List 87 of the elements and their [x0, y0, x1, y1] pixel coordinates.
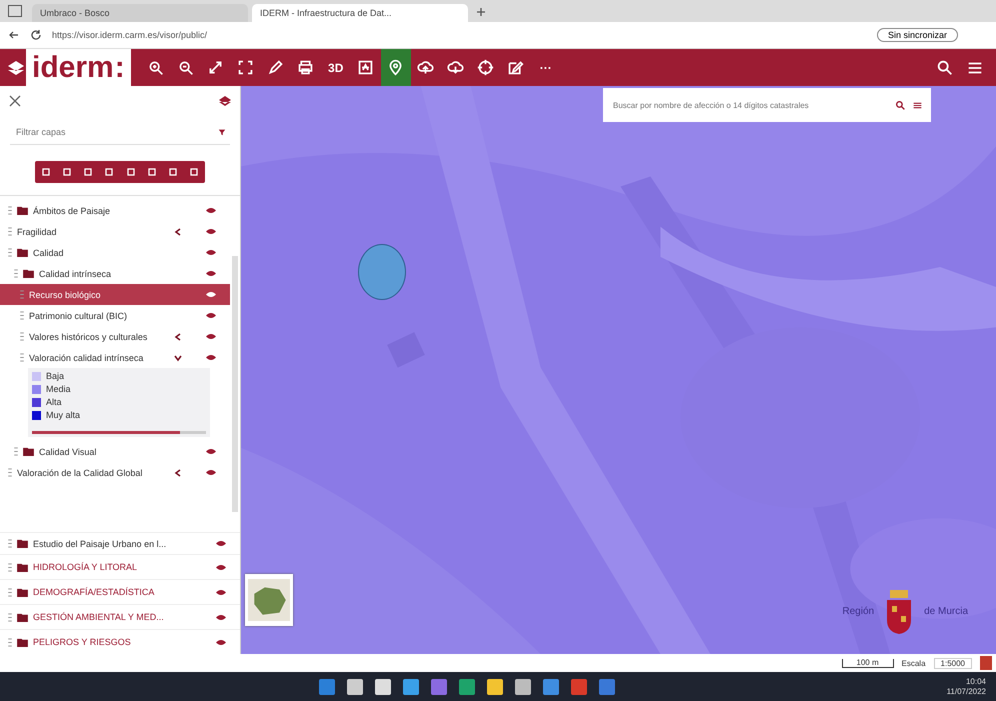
eye-icon[interactable] — [206, 249, 216, 256]
eye-icon[interactable] — [216, 614, 226, 620]
tool-icon[interactable] — [168, 167, 178, 177]
close-icon[interactable] — [8, 94, 22, 108]
legend-label: Baja — [46, 371, 64, 381]
tool-icon[interactable] — [189, 167, 200, 177]
chevron-icon[interactable] — [173, 226, 183, 236]
section-row[interactable]: HIDROLOGÍA Y LITORAL — [0, 554, 240, 579]
search-field[interactable]: Buscar por nombre de afección o 14 dígitos catastrales — [603, 88, 931, 122]
toolbar-button[interactable]: ··· — [530, 49, 561, 86]
chevron-icon[interactable] — [173, 468, 183, 478]
tool-icon[interactable] — [126, 167, 136, 177]
layer-row[interactable]: Patrimonio cultural (BIC) — [0, 305, 230, 326]
location-pin-icon[interactable] — [380, 49, 411, 86]
section-row[interactable]: GESTIÓN AMBIENTAL Y MED... — [0, 604, 240, 629]
layer-row[interactable]: Valores históricos y culturales — [0, 326, 230, 347]
layer-group-row[interactable]: Estudio del Paisaje Urbano en l... — [0, 532, 240, 554]
layer-row[interactable]: Recurso biológico — [0, 284, 230, 305]
layer-row[interactable]: Calidad — [0, 242, 230, 263]
browser-tab[interactable]: Umbraco - Bosco — [32, 4, 248, 22]
taskbar-app-icon[interactable] — [375, 678, 392, 694]
browser-tab[interactable]: IDERM - Infraestructura de Dat... — [252, 4, 468, 22]
search-icon[interactable] — [895, 100, 906, 110]
chevron-icon[interactable] — [173, 332, 183, 342]
eye-icon[interactable] — [216, 588, 226, 596]
taskbar-app-icon[interactable] — [487, 678, 504, 694]
eye-icon[interactable] — [206, 333, 216, 340]
eye-icon[interactable] — [216, 564, 226, 570]
basemap-switcher[interactable] — [245, 574, 293, 626]
layer-row[interactable]: Valoración calidad intrínseca — [0, 347, 230, 368]
taskbar-app-icon[interactable] — [347, 678, 364, 694]
tool-icon[interactable] — [83, 167, 94, 177]
tool-icon[interactable] — [62, 167, 72, 177]
tool-icon[interactable] — [104, 167, 114, 177]
tool-icon[interactable] — [40, 167, 51, 177]
legend-label: Muy alta — [46, 410, 80, 420]
folder-icon — [17, 612, 28, 622]
region-name: de Murcia — [924, 606, 968, 616]
eye-icon[interactable] — [206, 312, 216, 319]
layer-row[interactable]: Fragilidad — [0, 221, 230, 242]
region-name: Región — [842, 606, 874, 616]
taskbar-app-icon[interactable] — [403, 678, 420, 694]
folder-icon — [23, 447, 34, 456]
taskbar-app-icon[interactable] — [459, 678, 476, 694]
folder-icon — [17, 562, 28, 572]
logo-text: iderm — [32, 50, 114, 84]
eye-icon[interactable] — [206, 207, 216, 214]
refresh-icon[interactable] — [30, 29, 42, 41]
eye-icon[interactable] — [206, 270, 216, 277]
back-icon[interactable] — [8, 29, 20, 41]
eye-icon[interactable] — [216, 540, 226, 547]
layer-row[interactable]: Valoración de la Calidad Global — [0, 462, 230, 483]
toolbar-button[interactable]: 3D — [320, 49, 351, 86]
scale-dropdown[interactable]: 1:5000 — [934, 658, 972, 668]
sync-button[interactable]: Sin sincronizar — [876, 28, 958, 42]
chevron-icon[interactable] — [173, 352, 183, 362]
eye-icon[interactable] — [206, 354, 216, 361]
folder-icon — [17, 588, 28, 596]
folder-icon — [17, 248, 28, 257]
scrollbar[interactable] — [232, 256, 238, 512]
eye-icon[interactable] — [206, 448, 216, 455]
folder-icon — [23, 269, 34, 278]
layer-row[interactable]: Calidad intrínseca — [0, 263, 230, 284]
clock-date: 11/07/2022 — [946, 686, 986, 696]
layer-row[interactable]: Calidad Visual — [0, 441, 230, 462]
address-field[interactable]: https://visor.iderm.carm.es/visor/public/ — [52, 30, 867, 40]
layers-icon[interactable] — [218, 94, 232, 108]
eye-icon[interactable] — [206, 228, 216, 235]
eye-icon[interactable] — [206, 469, 216, 476]
folder-icon — [17, 539, 28, 548]
new-tab-icon[interactable] — [476, 7, 486, 17]
section-row[interactable]: DEMOGRAFÍA/ESTADÍSTICA — [0, 579, 240, 604]
layer-row[interactable]: Ámbitos de Paisaje — [0, 200, 230, 221]
eye-icon[interactable] — [216, 638, 226, 646]
taskbar-app-icon[interactable] — [515, 678, 532, 694]
clock-time: 10:04 — [966, 676, 986, 686]
tool-icon[interactable] — [146, 167, 157, 177]
funnel-icon[interactable] — [218, 128, 226, 136]
tab-actions-icon[interactable] — [8, 5, 22, 17]
scale-bar: 100 m — [842, 658, 894, 668]
scale-label: Escala — [902, 658, 926, 668]
folder-icon — [17, 638, 28, 646]
legend-label: Media — [46, 384, 71, 394]
eye-icon[interactable] — [206, 291, 216, 298]
logo-colon: : — [114, 50, 125, 84]
folder-icon — [17, 206, 28, 215]
legend-label: Alta — [46, 397, 62, 407]
